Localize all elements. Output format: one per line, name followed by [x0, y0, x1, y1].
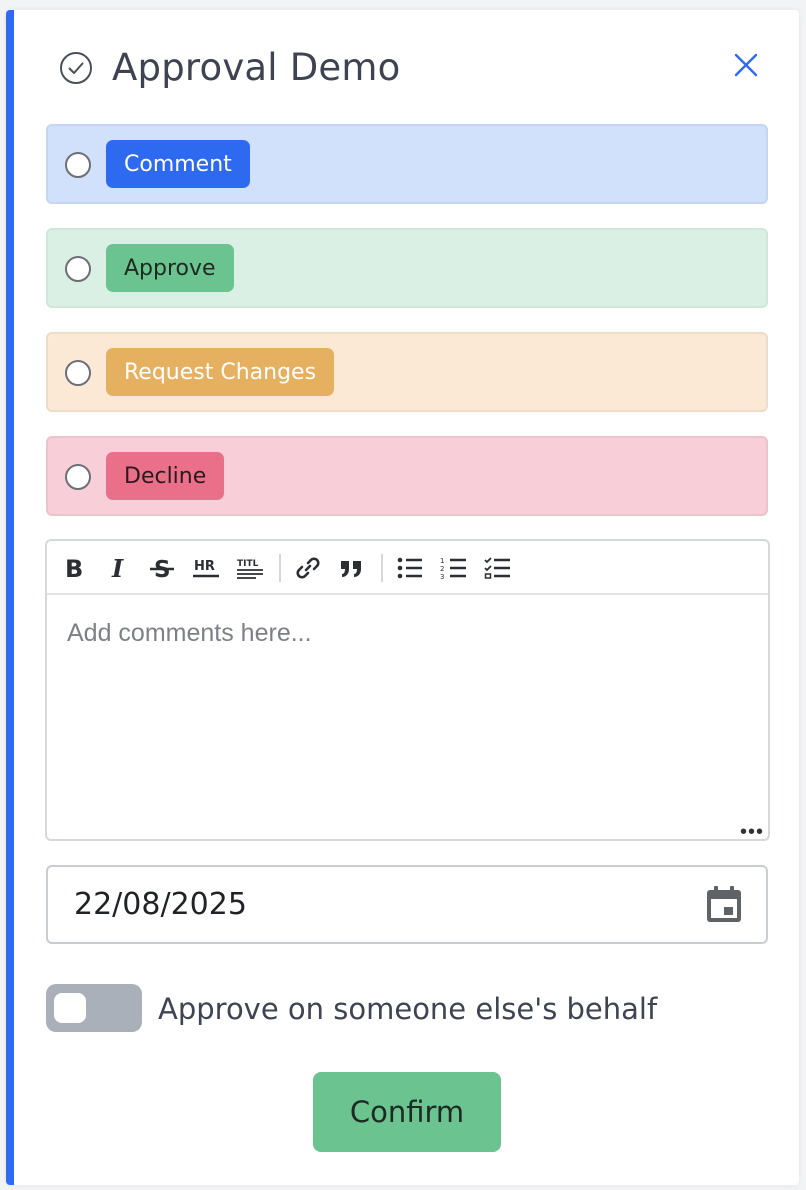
tag-approve: Approve: [106, 244, 234, 292]
toolbar-divider: [381, 554, 383, 582]
svg-text:TITL: TITL: [237, 559, 259, 569]
option-approve[interactable]: Approve: [46, 228, 768, 308]
radio-comment[interactable]: [65, 152, 91, 178]
bullet-list-button[interactable]: [395, 553, 425, 583]
strikethrough-button[interactable]: S: [147, 553, 177, 583]
svg-text:2: 2: [440, 565, 444, 573]
comment-editor: B I S HR TITL 1 2 3 Add comments here...…: [45, 539, 770, 842]
option-comment[interactable]: Comment: [46, 124, 768, 204]
radio-request-changes[interactable]: [65, 360, 91, 386]
bullet-list-icon: [397, 557, 422, 579]
heading-icon: TITL: [237, 559, 263, 579]
close-icon: [734, 53, 758, 77]
date-input[interactable]: [48, 867, 688, 942]
approval-panel: Approval Demo Comment Approve Request Ch…: [6, 10, 799, 1185]
editor-toolbar: B I S HR TITL 1 2 3: [47, 541, 768, 595]
radio-approve[interactable]: [65, 256, 91, 282]
check-circle-icon: [60, 52, 92, 84]
calendar-icon[interactable]: [704, 884, 744, 924]
checklist-icon: [484, 557, 510, 579]
numbered-list-icon: 1 2 3: [440, 557, 466, 581]
radio-decline[interactable]: [65, 464, 91, 490]
confirm-button[interactable]: Confirm: [313, 1072, 501, 1152]
tag-decline: Decline: [106, 452, 225, 500]
resize-handle[interactable]: •••: [740, 822, 764, 842]
close-button[interactable]: [731, 50, 761, 80]
tag-comment: Comment: [106, 140, 250, 188]
link-button[interactable]: [293, 553, 323, 583]
svg-text:HR: HR: [194, 559, 215, 574]
option-decline[interactable]: Decline: [46, 436, 768, 516]
svg-text:I: I: [111, 555, 124, 581]
checklist-button[interactable]: [483, 553, 513, 583]
quote-button[interactable]: [337, 553, 367, 583]
svg-text:1: 1: [440, 557, 444, 565]
svg-text:B: B: [65, 555, 83, 581]
option-request-changes[interactable]: Request Changes: [46, 332, 768, 412]
svg-text:3: 3: [440, 573, 444, 581]
heading-button[interactable]: TITL: [235, 553, 265, 583]
comment-textarea[interactable]: [47, 595, 768, 839]
toolbar-divider: [279, 554, 281, 582]
strikethrough-icon: S: [150, 557, 174, 581]
horizontal-rule-button[interactable]: HR: [191, 553, 221, 583]
italic-button[interactable]: I: [103, 553, 133, 583]
bold-icon: B: [65, 555, 83, 581]
toggle-knob: [54, 993, 86, 1023]
numbered-list-button[interactable]: 1 2 3: [439, 553, 469, 583]
horizontal-rule-icon: HR: [193, 559, 219, 578]
tag-request-changes: Request Changes: [106, 348, 335, 396]
behalf-toggle[interactable]: [46, 984, 142, 1032]
panel-header: Approval Demo: [14, 10, 799, 125]
date-field: [46, 865, 768, 944]
quote-icon: [341, 561, 361, 577]
italic-icon: I: [111, 555, 124, 581]
behalf-toggle-label: Approve on someone else's behalf: [158, 992, 658, 1026]
page-title: Approval Demo: [112, 46, 401, 89]
bold-button[interactable]: B: [59, 553, 89, 583]
link-icon: [296, 557, 320, 579]
